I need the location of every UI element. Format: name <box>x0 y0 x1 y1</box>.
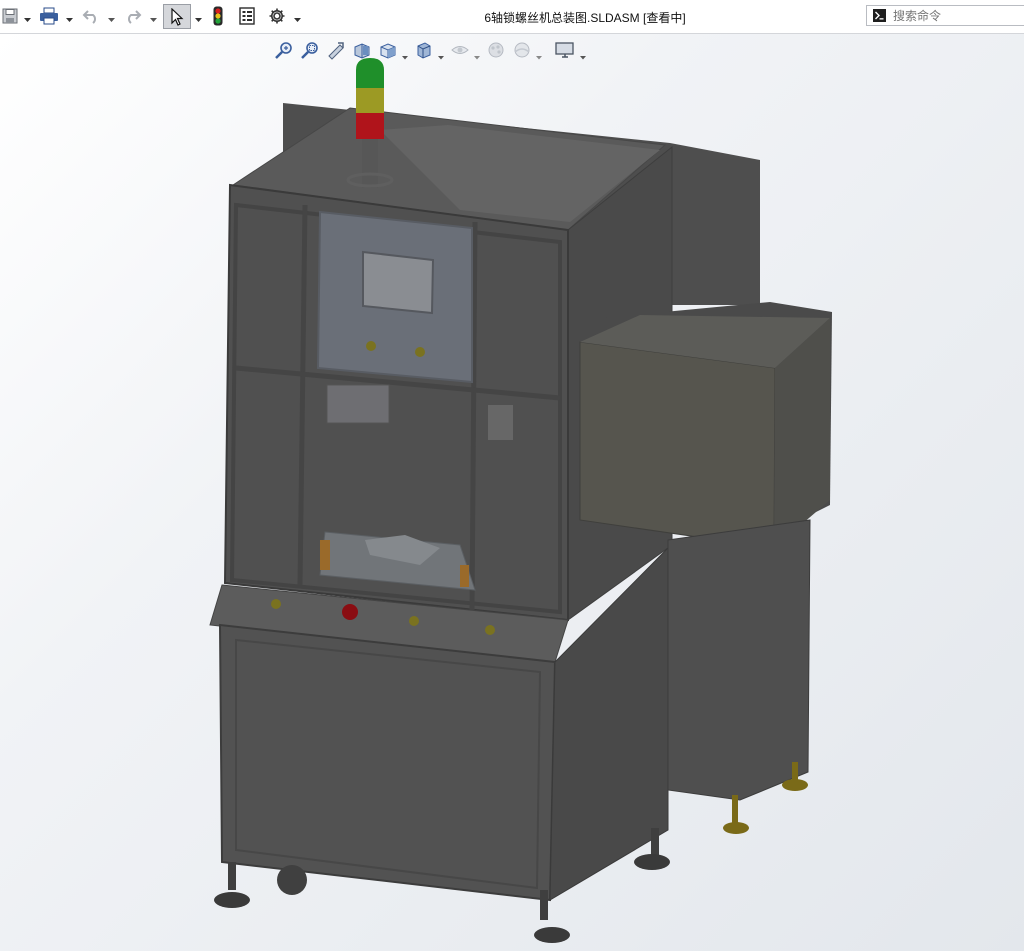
search-input[interactable] <box>893 7 1023 24</box>
terminal-prompt-icon <box>873 9 886 22</box>
signal-yellow <box>356 87 384 113</box>
select-dropdown-icon[interactable] <box>195 12 202 26</box>
signal-red <box>356 112 384 139</box>
side-cabinet <box>667 519 811 801</box>
gear-icon[interactable] <box>266 5 288 27</box>
redo-dropdown-icon[interactable] <box>150 12 157 26</box>
emergency-stop-button <box>342 604 358 620</box>
options-dropdown-icon[interactable] <box>294 12 301 26</box>
orange-clamp-right <box>460 565 469 587</box>
file-properties-icon[interactable] <box>236 5 258 27</box>
desk-button-2 <box>409 616 419 626</box>
foot <box>228 862 236 890</box>
lower-cabinet-front <box>218 623 557 902</box>
desk-button-1 <box>271 599 281 609</box>
side-control-box <box>579 341 776 549</box>
touch-screen <box>362 250 435 315</box>
title-bar: 6轴锁螺丝机总装图.SLDASM [查看中] <box>0 0 1024 34</box>
panel-button-left <box>366 341 376 351</box>
undo-dropdown-icon[interactable] <box>108 12 115 26</box>
document-title: 6轴锁螺丝机总装图.SLDASM [查看中] <box>484 11 686 25</box>
screwdriver-head <box>326 384 390 424</box>
signal-green <box>356 58 384 88</box>
select-arrow-icon[interactable] <box>163 4 191 29</box>
print-icon[interactable] <box>38 5 60 27</box>
orange-clamp-left <box>320 540 330 570</box>
traffic-light-icon[interactable] <box>210 5 226 27</box>
undo-icon[interactable] <box>80 5 102 27</box>
machine-assembly-model[interactable] <box>0 34 1024 951</box>
panel-button-right <box>415 347 425 357</box>
desk-button-3 <box>485 625 495 635</box>
save-icon[interactable] <box>0 5 20 27</box>
redo-icon[interactable] <box>122 5 144 27</box>
save-dropdown-icon[interactable] <box>24 12 31 26</box>
print-dropdown-icon[interactable] <box>66 12 73 26</box>
command-search-box[interactable] <box>866 5 1024 26</box>
